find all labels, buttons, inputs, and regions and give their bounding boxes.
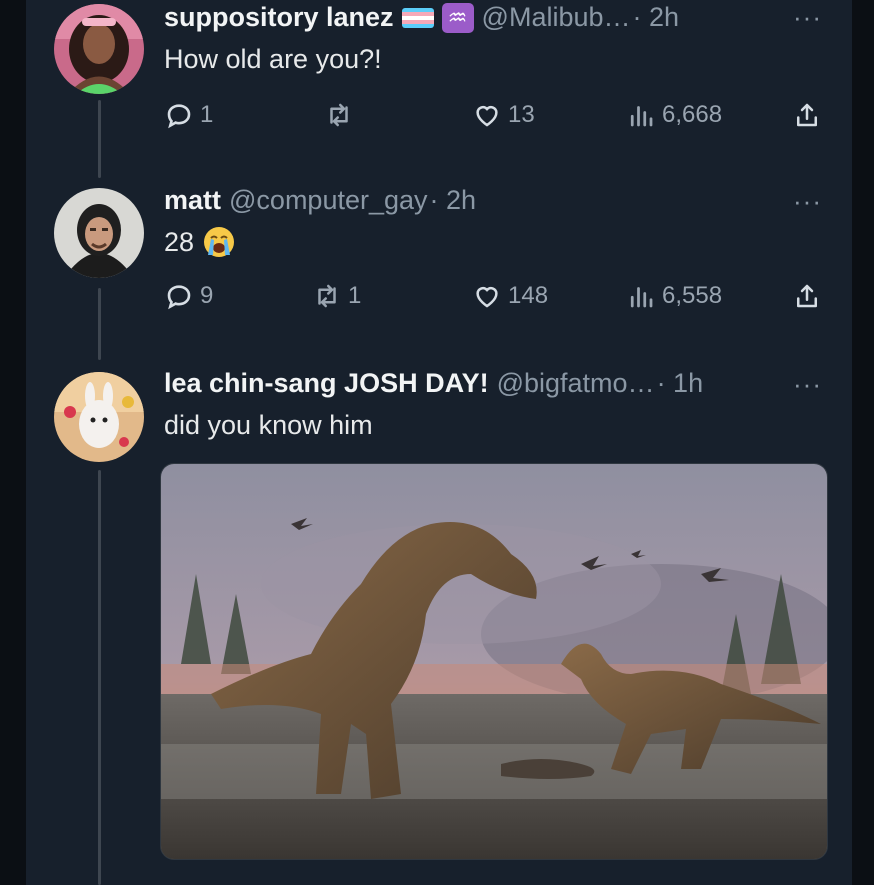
tweet-time[interactable]: · 2h bbox=[633, 2, 680, 33]
retweet-icon bbox=[318, 284, 336, 308]
retweet-button[interactable] bbox=[324, 100, 360, 130]
tweet-time[interactable]: · 2h bbox=[430, 185, 477, 216]
like-count: 148 bbox=[508, 282, 549, 309]
view-count: 6,558 bbox=[662, 282, 723, 309]
tweet-text-content: did you know him bbox=[164, 410, 373, 440]
reply-count: 1 bbox=[200, 101, 214, 128]
reply-icon bbox=[167, 285, 191, 310]
like-button[interactable]: 148 bbox=[472, 281, 548, 311]
share-icon bbox=[797, 284, 817, 308]
tweet-text-content: How old are you?! bbox=[164, 44, 382, 74]
retweet-button[interactable]: 1 bbox=[312, 281, 361, 311]
tweet-header: matt @computer_gay · 2h bbox=[164, 185, 476, 216]
trans-flag-icon bbox=[401, 7, 434, 28]
thread-line-3 bbox=[98, 470, 101, 885]
more-icon[interactable]: ··· bbox=[793, 2, 822, 33]
user-handle[interactable]: @bigfatmo… bbox=[497, 368, 655, 399]
more-icon[interactable]: ··· bbox=[793, 369, 822, 400]
retweet-icon bbox=[330, 103, 348, 127]
like-icon bbox=[476, 287, 498, 308]
user-handle[interactable]: @computer_gay bbox=[229, 185, 428, 216]
display-name[interactable]: suppository lanez bbox=[164, 2, 394, 33]
screen-edge-right bbox=[852, 0, 874, 885]
display-name[interactable]: lea chin-sang JOSH DAY! bbox=[164, 368, 489, 399]
tweet-header: lea chin-sang JOSH DAY! @bigfatmo… · 1h bbox=[164, 368, 703, 399]
tweet-header: suppository lanez ♒ @Malibub… · 2h bbox=[164, 2, 679, 33]
loudly-crying-emoji-icon bbox=[204, 227, 235, 257]
share-button[interactable] bbox=[792, 281, 822, 311]
like-count: 13 bbox=[508, 101, 535, 128]
view-count: 6,668 bbox=[662, 101, 723, 128]
reply-button[interactable]: 9 bbox=[164, 281, 213, 311]
tweet-actions: 1 13 6,668 bbox=[164, 100, 844, 134]
like-icon bbox=[476, 106, 498, 127]
reply-icon bbox=[167, 104, 191, 129]
avatar[interactable] bbox=[54, 372, 144, 462]
share-button[interactable] bbox=[792, 100, 822, 130]
user-handle[interactable]: @Malibub… bbox=[482, 2, 631, 33]
thread-line-1 bbox=[98, 100, 101, 178]
like-button[interactable]: 13 bbox=[472, 100, 535, 130]
views-button[interactable]: 6,668 bbox=[626, 100, 722, 130]
aquarius-icon: ♒ bbox=[441, 2, 474, 33]
thread-line-2 bbox=[98, 288, 101, 360]
more-icon[interactable]: ··· bbox=[793, 186, 822, 217]
tweet-text-content: 28 bbox=[164, 226, 195, 257]
display-name[interactable]: matt bbox=[164, 185, 221, 216]
avatar[interactable] bbox=[54, 4, 144, 94]
reply-button[interactable]: 1 bbox=[164, 100, 213, 130]
retweet-count: 1 bbox=[348, 282, 362, 309]
tweet-text: 28 bbox=[164, 225, 236, 259]
tweet-time[interactable]: · 1h bbox=[657, 368, 704, 399]
views-button[interactable]: 6,558 bbox=[626, 281, 722, 311]
tweet-text: How old are you?! bbox=[164, 44, 382, 75]
tweet-image-dinosaurs[interactable] bbox=[160, 463, 828, 860]
views-icon bbox=[630, 106, 653, 127]
reply-count: 9 bbox=[200, 282, 214, 309]
share-icon bbox=[797, 103, 817, 127]
tweet-text: did you know him bbox=[164, 410, 373, 441]
avatar[interactable] bbox=[54, 188, 144, 278]
screen-edge-left bbox=[0, 0, 26, 885]
views-icon bbox=[630, 287, 653, 308]
tweet-actions: 9 1 148 6,558 bbox=[164, 281, 844, 315]
